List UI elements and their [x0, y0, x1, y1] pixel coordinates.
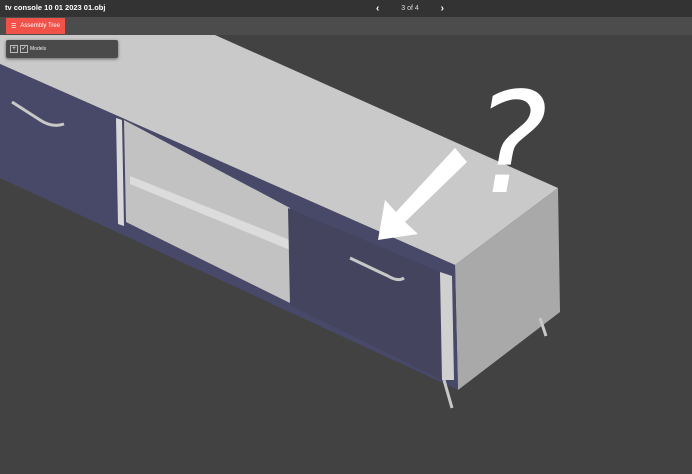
assembly-tree-label: Assembly Tree: [20, 23, 61, 29]
list-icon: ☰: [11, 23, 17, 30]
expand-button[interactable]: +: [10, 45, 18, 53]
file-title: tv console 10 01 2023 01.obj: [5, 3, 106, 12]
model-render: [0, 35, 560, 409]
page-indicator: 3 of 4: [401, 5, 419, 12]
tree-item-models[interactable]: Models: [30, 46, 46, 52]
chevron-left-icon[interactable]: ‹: [370, 3, 385, 14]
assembly-tree-button[interactable]: ☰ Assembly Tree: [6, 18, 66, 34]
visibility-checkbox[interactable]: ✓: [20, 45, 28, 53]
right-door-edge: [440, 272, 454, 380]
chevron-right-icon[interactable]: ›: [435, 3, 450, 14]
pager: ‹ 3 of 4 ›: [370, 2, 450, 15]
toolbar: ☰ Assembly Tree: [0, 17, 692, 35]
3d-viewport[interactable]: ?: [0, 35, 692, 469]
header-bar: tv console 10 01 2023 01.obj ‹ 3 of 4 ›: [0, 0, 692, 17]
assembly-tree-panel: + ✓ Models: [6, 40, 118, 58]
